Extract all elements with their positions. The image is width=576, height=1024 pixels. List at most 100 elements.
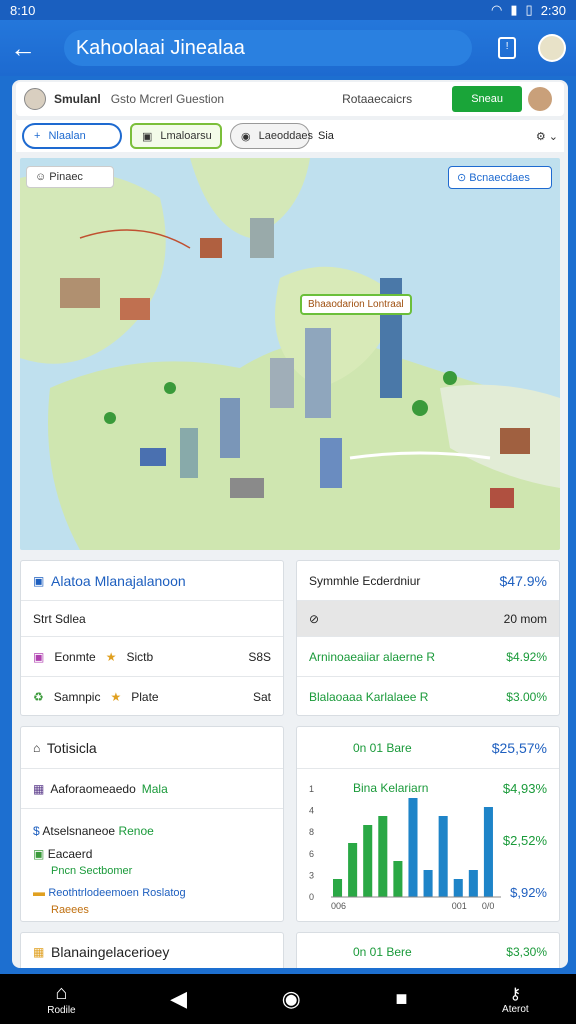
bar[interactable] <box>348 843 358 897</box>
app-title[interactable]: Kahoolaai Jinealaa <box>63 30 473 66</box>
layers-icon: ◉ <box>241 130 251 143</box>
totals-row-4-sub: Raeees <box>51 904 89 916</box>
filter-icon: ▣ <box>142 130 153 143</box>
bar[interactable] <box>453 879 463 897</box>
home-circle-icon: ◉ <box>281 986 301 1011</box>
chart-title: 0n 01 Bare <box>353 740 412 755</box>
bar[interactable] <box>393 861 403 897</box>
bar[interactable] <box>378 816 388 897</box>
home-icon: ⌂ <box>55 982 68 1004</box>
map-tag-right[interactable]: ⊙ Bcnaecdaes <box>448 166 552 189</box>
avatar[interactable] <box>538 34 566 62</box>
nav-right-label: Aterot <box>502 1003 529 1015</box>
bottom-right-value: $3,30% <box>506 945 547 959</box>
totals-row-3-label: Eacaerd <box>47 847 93 861</box>
bar[interactable] <box>408 798 418 897</box>
bar[interactable] <box>468 870 478 897</box>
filter-button[interactable]: ▣ Lmaloarsu <box>130 123 222 149</box>
back-triangle-icon: ◀ <box>170 986 188 1011</box>
map-tag-right-label: Bcnaecdaes <box>469 172 530 184</box>
layers-button[interactable]: ◉ Laeoddaes <box>230 123 314 149</box>
list-icon: ▣ <box>33 573 45 588</box>
chart-v3: $,92% <box>510 885 547 900</box>
user-avatar[interactable] <box>24 88 46 110</box>
bar[interactable] <box>363 825 373 897</box>
home-button[interactable]: ◉ <box>282 986 301 1012</box>
home-outline-icon: ⌂ <box>33 740 41 755</box>
user-name: Smulanl <box>54 92 101 106</box>
summary-title: Symmhle Ecderdniur <box>309 573 421 588</box>
layers-label: Laeoddaes <box>258 130 314 142</box>
filter-label: Lmaloarsu <box>160 130 212 142</box>
totals-row-4-tag: Roslatog <box>142 887 186 899</box>
back-arrow-icon[interactable]: ← <box>10 33 46 64</box>
y-tick-label: 4 <box>309 806 314 816</box>
totals-row-2-tag: Renoe <box>118 824 154 838</box>
totals-row-1-label: Aaforaomeaedo <box>50 781 136 796</box>
totals-header: ⌂ Totisicla <box>21 727 283 769</box>
tag-icon: ▣ <box>33 649 45 664</box>
sort-label[interactable]: Sia <box>318 130 334 142</box>
header-control[interactable]: Rotaaecaicrs <box>342 92 412 106</box>
totals-row-1-tag: Mala <box>141 781 168 796</box>
bottom-left-header: ▦ Blanaingelacerioey <box>21 933 283 968</box>
summary-card: Symmhle Ecderdniur $47.9% ⊘ 20 mom Arnin… <box>296 560 560 716</box>
totals-row-1[interactable]: ▦ Aaforaomeaedo Mala <box>21 769 283 809</box>
map-tag-left[interactable]: ☺ Pinaec <box>26 166 114 188</box>
bar[interactable] <box>333 879 343 897</box>
back-button[interactable]: ◀ <box>170 986 187 1012</box>
map-callout[interactable]: Bhaaodarion Lontraal <box>300 294 412 315</box>
allocation-row-2-b: Plate <box>131 690 159 704</box>
totals-title: Totisicla <box>46 739 97 756</box>
summary-row-2-value: $3.00% <box>506 690 547 704</box>
add-button[interactable]: + Nlaalan <box>22 123 122 149</box>
bar[interactable] <box>483 807 493 897</box>
x-tick-label: 006 <box>331 901 346 911</box>
chart-v1: $4,93% <box>502 781 547 796</box>
allocation-row-1-a: Eonmte <box>54 649 96 664</box>
allocation-row-2-c: Sat <box>252 690 271 704</box>
summary-header: Symmhle Ecderdniur $47.9% <box>297 561 559 601</box>
summary-row-2-label: Blalaoaaa Karlalaee R <box>309 690 429 704</box>
primary-button[interactable]: Sneau <box>452 86 523 112</box>
target-icon: ⊙ <box>457 172 467 184</box>
info-icon: ⊘ <box>309 611 320 626</box>
totals-row-3[interactable]: ▣ Eacaerd <box>33 846 186 863</box>
totals-row-3-sub: Pncn Sectbomer <box>51 865 133 877</box>
toolbar: + Nlaalan ▣ Lmaloarsu ◉ Laeoddaes Sia ⚙ ⌄ <box>16 120 564 152</box>
map-view[interactable]: ☺ Pinaec ⊙ Bcnaecdaes Bhaaodarion Lontra… <box>20 158 560 550</box>
folder-icon: ▬ <box>33 885 45 899</box>
totals-row-4-label: Reothtrlodeemoen <box>48 887 139 899</box>
bottom-right-title: 0n 01 Bere <box>353 945 412 959</box>
nav-home[interactable]: ⌂ Rodile <box>47 982 75 1016</box>
x-tick-label: 001 <box>452 901 467 911</box>
y-tick-label: 3 <box>309 870 314 880</box>
nav-right[interactable]: ⚷ Aterot <box>502 984 529 1015</box>
x-tick-label: 0/0 <box>482 901 495 911</box>
summary-row-2[interactable]: Blalaoaaa Karlalaee R $3.00% <box>297 677 559 717</box>
recents-button[interactable]: ■ <box>395 988 407 1011</box>
allocation-row-1[interactable]: ▣ Eonmte ★ Sictb S8S <box>21 637 283 677</box>
chart-header: 0n 01 Bare $25,57% <box>297 727 559 769</box>
recycle-icon: ♻ <box>33 690 44 704</box>
summary-row-1[interactable]: Arninoaeaiiar alaerne R $4.92% <box>297 637 559 677</box>
wifi-icon: ◠ <box>491 2 503 17</box>
status-bar: 8:10 ◠ ▮ ▯ 2:30 <box>0 0 576 20</box>
bottom-right-header: 0n 01 Bere $3,30% <box>297 933 559 968</box>
doc-icon[interactable]: ! <box>498 37 517 59</box>
map-tag-left-label: Pinaec <box>49 171 83 183</box>
bar[interactable] <box>438 816 448 897</box>
bar[interactable] <box>423 870 433 897</box>
allocation-row-2[interactable]: ♻ Samnpic ★ Plate Sat <box>21 677 283 717</box>
pin-icon: ☺ <box>35 171 47 183</box>
bottom-right-card: 0n 01 Bere $3,30% <box>296 932 560 968</box>
profile-avatar[interactable] <box>528 87 553 111</box>
allocation-row-2-a: Samnpic <box>53 690 101 704</box>
totals-row-2[interactable]: $ Atselsnaneoe Renoe <box>33 823 186 840</box>
totals-list: $ Atselsnaneoe Renoe ▣ Eacaerd Pncn Sect… <box>33 823 186 919</box>
settings-icon[interactable]: ⚙ ⌄ <box>536 130 558 143</box>
add-label: Nlaalan <box>48 130 86 142</box>
summary-sub: ⊘ 20 mom <box>297 601 559 637</box>
totals-row-2-label: Atselsnaneoe <box>42 824 116 838</box>
totals-row-4[interactable]: ▬ Reothtrlodeemoen Roslatog <box>33 884 186 902</box>
